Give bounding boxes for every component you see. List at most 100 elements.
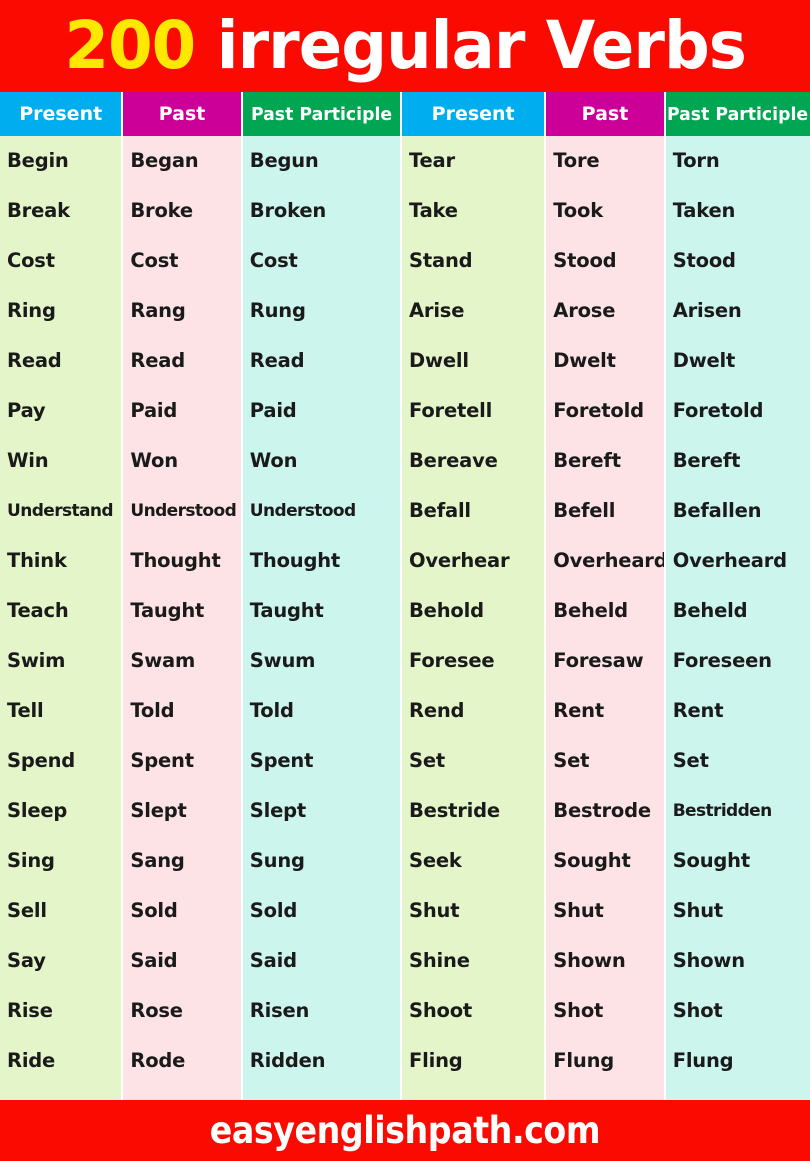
verb-cell: Rent <box>672 699 724 722</box>
verb-cell: Befallen <box>672 499 762 522</box>
verb-cell: Understood <box>130 501 237 521</box>
verb-cell: Torn <box>672 149 720 172</box>
verb-cell: Shown <box>553 949 626 972</box>
verb-cell: Spent <box>130 749 194 772</box>
verb-cell: Stood <box>672 249 736 272</box>
verb-cell: Thought <box>130 549 221 572</box>
verb-cell: Read <box>130 349 185 372</box>
verb-cell: Set <box>672 749 709 772</box>
verb-cell: Broke <box>130 199 193 222</box>
verb-cell: Sung <box>249 849 305 872</box>
verb-cell: Paid <box>249 399 297 422</box>
verb-cell: Bereft <box>553 449 621 472</box>
column-present-right: Tear Take Stand Arise Dwell Foretell Bereave Be… <box>402 136 545 1100</box>
verb-cell: Dwelt <box>672 349 736 372</box>
verb-cell: Sell <box>7 899 47 922</box>
verb-cell: Risen <box>249 999 310 1022</box>
verb-cell: Sought <box>672 849 750 872</box>
verb-cell: Won <box>249 449 298 472</box>
verb-cell: Foretold <box>672 399 764 422</box>
verb-cell: Sang <box>130 849 185 872</box>
verb-cell: Rend <box>409 699 465 722</box>
verb-cell: Fling <box>409 1049 463 1072</box>
verb-cell: Said <box>130 949 178 972</box>
verb-cell: Pay <box>7 399 46 422</box>
page-title: 200 irregular Verbs <box>64 7 746 84</box>
verb-cell: Foresaw <box>553 649 644 672</box>
verb-cell: Slept <box>130 799 187 822</box>
verb-cell: Shine <box>409 949 470 972</box>
verb-cell: Bestride <box>409 799 500 822</box>
verb-cell: Rung <box>249 299 306 322</box>
verb-cell: Sold <box>249 899 298 922</box>
header-label: Past <box>158 103 206 125</box>
verb-cell: Begun <box>249 149 319 172</box>
verb-cell: Flung <box>553 1049 615 1072</box>
header-label: Past <box>581 103 629 125</box>
verb-cell: Rose <box>130 999 183 1022</box>
verb-cell: Shut <box>409 899 460 922</box>
verb-cell: Bestrode <box>553 799 651 822</box>
verb-cell: Cost <box>249 249 298 272</box>
verb-cell: Bestridden <box>672 801 773 821</box>
verb-cell: Overheard <box>553 549 664 572</box>
verb-cell: Shown <box>672 949 745 972</box>
verb-cell: Spend <box>7 749 76 772</box>
verb-cell: Arisen <box>672 299 742 322</box>
title-count: 200 <box>64 7 196 84</box>
footer-banner: easyenglishpath.com <box>0 1100 810 1161</box>
verb-cell: Rise <box>7 999 53 1022</box>
verb-cell: Ride <box>7 1049 56 1072</box>
verb-cell: Broken <box>249 199 327 222</box>
verb-cell: Bereft <box>672 449 741 472</box>
table-header-row: Present Past Past Participle Present Pas… <box>0 92 810 136</box>
verb-cell: Sold <box>130 899 178 922</box>
verb-cell: Befall <box>409 499 471 522</box>
verb-cell: Foresee <box>409 649 495 672</box>
verb-cell: Swim <box>7 649 66 672</box>
verb-cell: Cost <box>7 249 55 272</box>
verb-cell: Paid <box>130 399 178 422</box>
verb-cell: Take <box>409 199 458 222</box>
verb-cell: Told <box>130 699 175 722</box>
column-past-left: Began Broke Cost Rang Read Paid Won Understood T… <box>123 136 241 1100</box>
verb-cell: Taught <box>249 599 324 622</box>
verb-cell: Teach <box>7 599 69 622</box>
title-banner: 200 irregular Verbs <box>0 0 810 92</box>
verb-cell: Arise <box>409 299 465 322</box>
verb-cell: Cost <box>130 249 179 272</box>
verb-cell: Foretell <box>409 399 493 422</box>
irregular-verbs-poster: 200 irregular Verbs Present Past Past Pa… <box>0 0 810 1161</box>
verbs-table-body: Begin Break Cost Ring Read Pay Win Understand Th… <box>0 136 810 1100</box>
verb-cell: Rang <box>130 299 186 322</box>
verb-cell: Said <box>249 949 297 972</box>
verb-cell: Tell <box>7 699 44 722</box>
verb-cell: Read <box>7 349 62 372</box>
verb-cell: Swum <box>249 649 316 672</box>
verb-cell: Say <box>7 949 46 972</box>
verb-cell: Read <box>249 349 305 372</box>
verb-cell: Behold <box>409 599 484 622</box>
verb-cell: Flung <box>672 1049 734 1072</box>
title-rest: irregular Verbs <box>195 7 746 84</box>
verb-cell: Tear <box>409 149 455 172</box>
verb-cell: Swam <box>130 649 196 672</box>
column-past-participle-right: Torn Taken Stood Arisen Dwelt Foretold Bereft B… <box>665 136 810 1100</box>
verb-cell: Told <box>249 699 294 722</box>
header-past-right: Past <box>546 92 664 136</box>
header-past-participle-right: Past Participle <box>665 92 810 136</box>
verb-cell: Stood <box>553 249 617 272</box>
header-present-right: Present <box>402 92 545 136</box>
verb-cell: Taught <box>130 599 205 622</box>
verb-cell: Ridden <box>249 1049 326 1072</box>
verb-cell: Thought <box>249 549 341 572</box>
verb-cell: Shut <box>553 899 604 922</box>
verb-cell: Break <box>7 199 70 222</box>
verb-cell: Taken <box>672 199 736 222</box>
verb-cell: Seek <box>409 849 462 872</box>
verb-cell: Foretold <box>553 399 644 422</box>
verb-cell: Think <box>7 549 67 572</box>
site-url: easyenglishpath.com <box>209 1108 601 1152</box>
verb-cell: Arose <box>553 299 616 322</box>
verb-cell: Sought <box>553 849 631 872</box>
